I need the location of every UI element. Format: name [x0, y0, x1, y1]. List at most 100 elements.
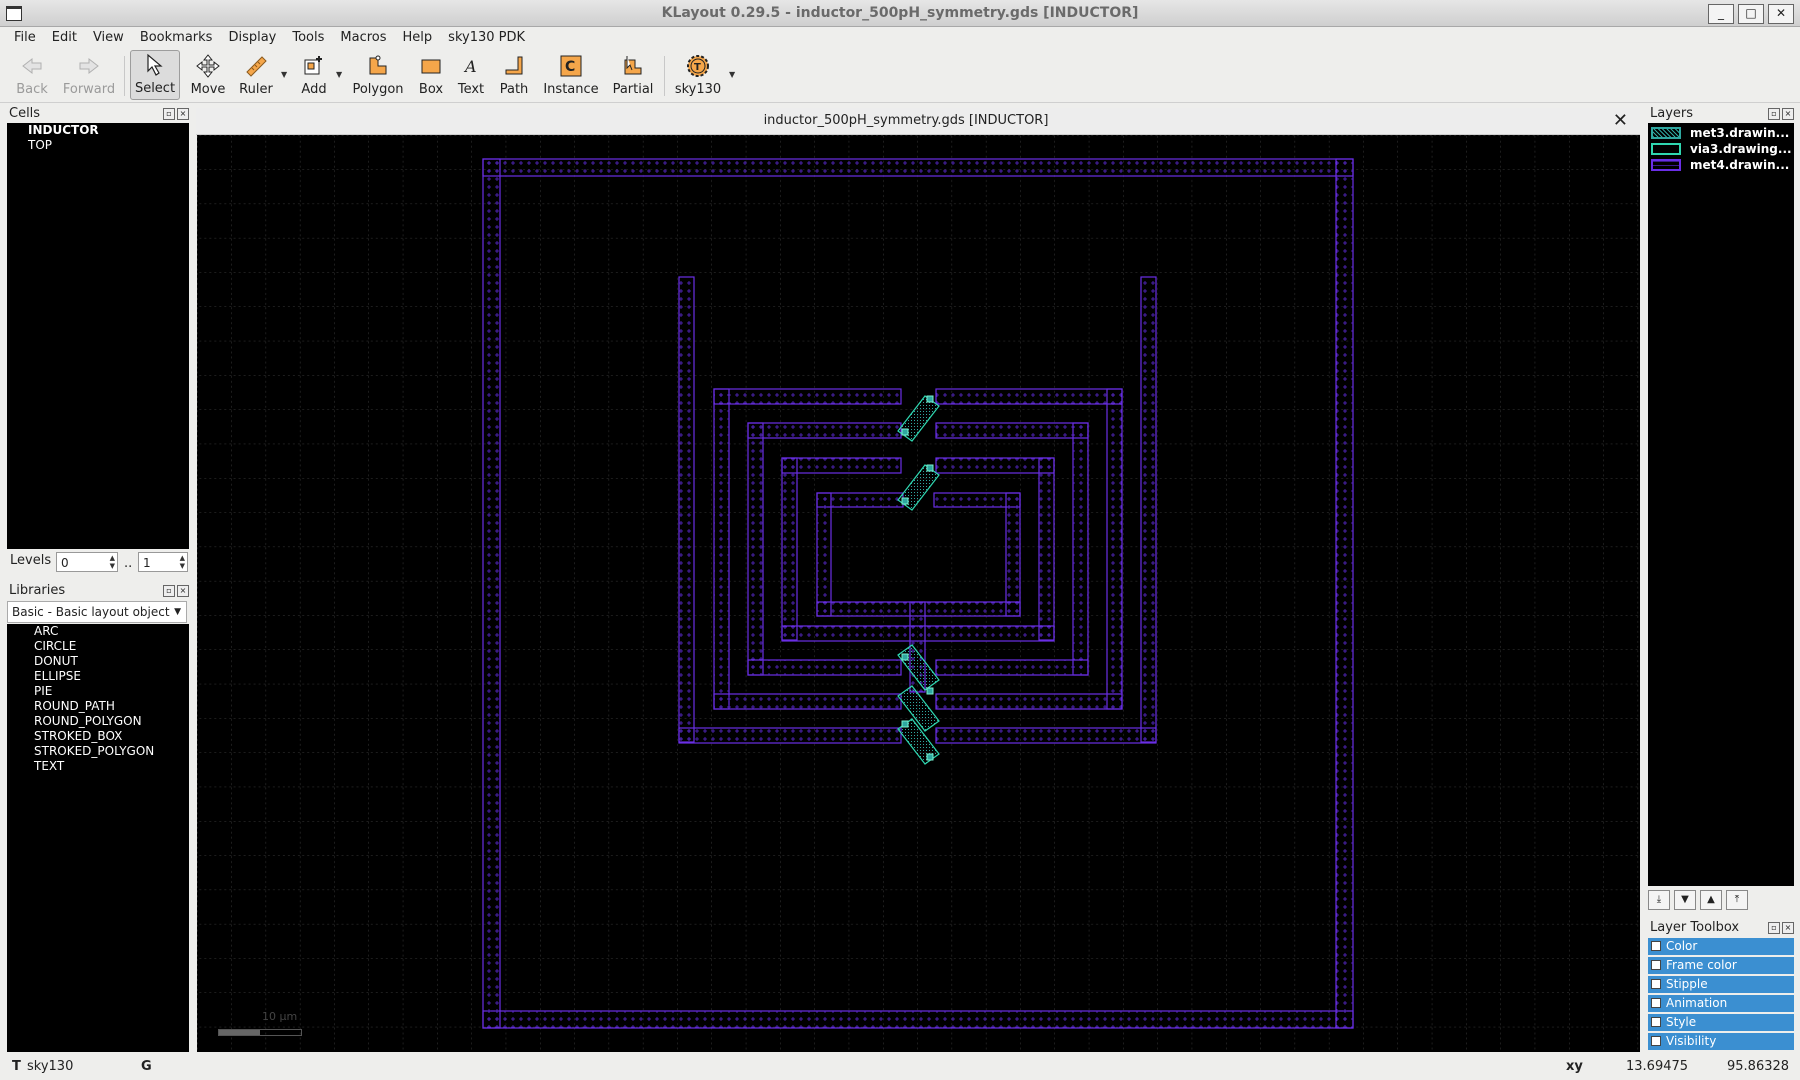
select-button[interactable]: Select	[130, 50, 180, 100]
instance-label: Instance	[543, 82, 599, 97]
instance-button[interactable]: C Instance	[540, 50, 602, 100]
menu-macros[interactable]: Macros	[332, 30, 394, 45]
library-item[interactable]: STROKED_POLYGON	[7, 744, 189, 759]
spin-arrows-icon[interactable]: ▲ ▼	[110, 554, 115, 570]
libraries-float-icon[interactable]: ▫	[163, 585, 175, 597]
toolbox-float-icon[interactable]: ▫	[1768, 922, 1780, 934]
layer-item-met3[interactable]: met3.drawin...	[1648, 126, 1794, 142]
via-mark	[901, 497, 909, 505]
ruler-label: Ruler	[239, 82, 273, 97]
toolbox-style[interactable]: Style	[1648, 1014, 1794, 1031]
partial-button[interactable]: Partial	[610, 50, 656, 100]
menu-bookmarks[interactable]: Bookmarks	[132, 30, 221, 45]
library-item[interactable]: TEXT	[7, 759, 189, 774]
menu-view[interactable]: View	[85, 30, 132, 45]
polygon-icon	[365, 53, 391, 79]
toolbox-frame-color[interactable]: Frame color	[1648, 957, 1794, 974]
move-down-icon[interactable]: ▼	[1674, 890, 1696, 910]
expand-checkbox[interactable]	[1651, 1036, 1661, 1046]
main-toolbar: Back Forward Select Move Ruler ▼ Add ▼ P…	[0, 48, 1800, 103]
polygon-button[interactable]: Polygon	[350, 50, 406, 100]
layer-item-met4[interactable]: met4.drawin...	[1648, 158, 1794, 174]
ruler-dropdown-icon[interactable]: ▼	[281, 70, 287, 79]
turn2-top-right	[935, 422, 1089, 439]
sky130-dropdown-icon[interactable]: ▼	[729, 70, 735, 79]
text-button[interactable]: A Text	[456, 50, 486, 100]
close-window-button[interactable]: ✕	[1768, 4, 1794, 24]
levels-to-spinbox[interactable]: 1 ▲ ▼	[138, 552, 188, 572]
sky130-button[interactable]: T sky130	[672, 50, 724, 100]
layout-tab-title[interactable]: inductor_500pH_symmetry.gds [INDUCTOR]	[196, 113, 1616, 128]
menu-tools[interactable]: Tools	[284, 30, 332, 45]
toolbox-animation[interactable]: Animation	[1648, 995, 1794, 1012]
turn3-left	[781, 457, 798, 641]
menu-help[interactable]: Help	[395, 30, 441, 45]
app-icon	[6, 6, 22, 21]
library-select[interactable]: Basic - Basic layout object ▼	[7, 601, 187, 623]
library-item[interactable]: DONUT	[7, 654, 189, 669]
layout-drawing[interactable]	[197, 135, 1640, 1052]
library-item[interactable]: ROUND_PATH	[7, 699, 189, 714]
move-up-icon[interactable]: ▲	[1700, 890, 1722, 910]
library-item[interactable]: CIRCLE	[7, 639, 189, 654]
cell-item-inductor[interactable]: INDUCTOR	[7, 123, 189, 138]
levels-separator: ..	[124, 556, 133, 571]
toolbox-visibility[interactable]: Visibility	[1648, 1033, 1794, 1050]
expand-checkbox[interactable]	[1651, 998, 1661, 1008]
partial-icon	[620, 53, 646, 79]
add-dropdown-icon[interactable]: ▼	[336, 70, 342, 79]
library-item[interactable]: STROKED_BOX	[7, 729, 189, 744]
turn3-top-right	[935, 457, 1055, 474]
add-cells-icon	[301, 53, 327, 79]
chevron-down-icon: ▼	[174, 607, 181, 617]
add-button[interactable]: Add	[294, 50, 334, 100]
cell-item-top[interactable]: TOP	[7, 138, 189, 153]
turn2-bottom-left	[713, 693, 902, 710]
expand-checkbox[interactable]	[1651, 979, 1661, 989]
expand-checkbox[interactable]	[1651, 960, 1661, 970]
turn1-bottom-right	[935, 727, 1157, 744]
layout-canvas[interactable]	[197, 135, 1640, 1052]
outer-ring-right	[1335, 158, 1354, 1029]
toolbox-stipple[interactable]: Stipple	[1648, 976, 1794, 993]
library-item[interactable]: ELLIPSE	[7, 669, 189, 684]
expand-checkbox[interactable]	[1651, 941, 1661, 951]
layer-swatch	[1651, 127, 1681, 139]
maximize-button[interactable]: □	[1738, 4, 1764, 24]
libraries-close-icon[interactable]: ×	[177, 585, 189, 597]
box-button[interactable]: Box	[414, 50, 448, 100]
cells-close-icon[interactable]: ×	[177, 108, 189, 120]
layers-float-icon[interactable]: ▫	[1768, 108, 1780, 120]
cells-float-icon[interactable]: ▫	[163, 108, 175, 120]
close-tab-icon[interactable]: ✕	[1613, 110, 1628, 131]
library-item[interactable]: PIE	[7, 684, 189, 699]
back-button[interactable]: Back	[10, 50, 54, 100]
expand-checkbox[interactable]	[1651, 1017, 1661, 1027]
toolbox-color[interactable]: Color	[1648, 938, 1794, 955]
ruler-button[interactable]: Ruler	[236, 50, 276, 100]
layers-close-icon[interactable]: ×	[1782, 108, 1794, 120]
menu-display[interactable]: Display	[220, 30, 284, 45]
forward-button[interactable]: Forward	[60, 50, 118, 100]
tech-prefix: T	[12, 1059, 21, 1074]
minimize-button[interactable]: _	[1708, 4, 1734, 24]
menu-edit[interactable]: Edit	[44, 30, 85, 45]
move-button[interactable]: Move	[188, 50, 228, 100]
menu-file[interactable]: File	[6, 30, 44, 45]
path-button[interactable]: Path	[496, 50, 532, 100]
coord-label: xy	[1566, 1059, 1583, 1074]
library-item[interactable]: ROUND_POLYGON	[7, 714, 189, 729]
menu-sky130-pdk[interactable]: sky130 PDK	[440, 30, 533, 45]
layer-name: met4.drawin...	[1690, 158, 1790, 172]
move-to-bottom-icon[interactable]: ⤓	[1648, 890, 1670, 910]
spin-arrows-icon[interactable]: ▲ ▼	[180, 554, 185, 570]
library-item[interactable]: ARC	[7, 624, 189, 639]
turn1-right	[1106, 388, 1123, 710]
toolbox-close-icon[interactable]: ×	[1782, 922, 1794, 934]
move-to-top-icon[interactable]: ⤒	[1726, 890, 1748, 910]
layers-panel-title: Layers	[1650, 106, 1694, 121]
levels-from-spinbox[interactable]: 0 ▲ ▼	[56, 552, 118, 572]
ruler-icon	[243, 53, 269, 79]
layer-item-via3[interactable]: via3.drawing...	[1648, 142, 1794, 158]
sky130-gear-icon: T	[685, 53, 711, 79]
